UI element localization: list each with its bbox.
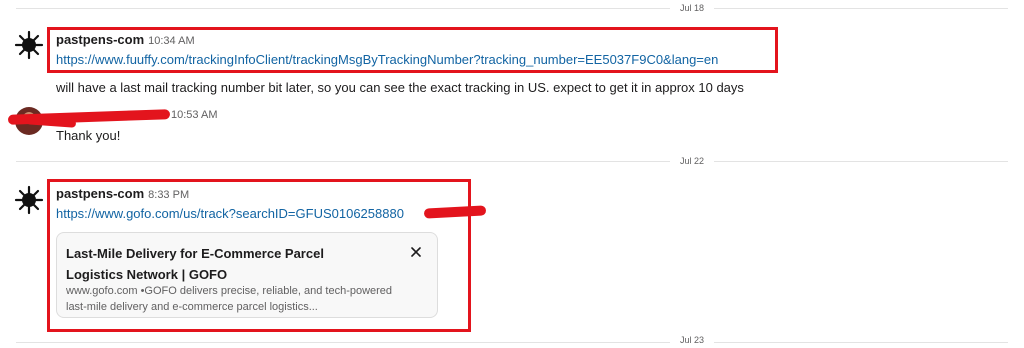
avatar[interactable] xyxy=(14,185,44,215)
date-divider xyxy=(16,161,1008,162)
date-divider xyxy=(16,8,1008,9)
highlight-box xyxy=(47,179,471,332)
avatar[interactable] xyxy=(14,30,44,60)
date-label: Jul 22 xyxy=(669,156,715,166)
timestamp[interactable]: 10:53 AM xyxy=(171,109,217,121)
date-label: Jul 18 xyxy=(669,3,715,13)
highlight-box xyxy=(47,27,778,73)
message-text: Thank you! xyxy=(56,128,121,143)
date-divider xyxy=(16,342,1008,343)
date-label: Jul 23 xyxy=(669,335,715,345)
message-text: will have a last mail tracking number bi… xyxy=(56,80,744,95)
